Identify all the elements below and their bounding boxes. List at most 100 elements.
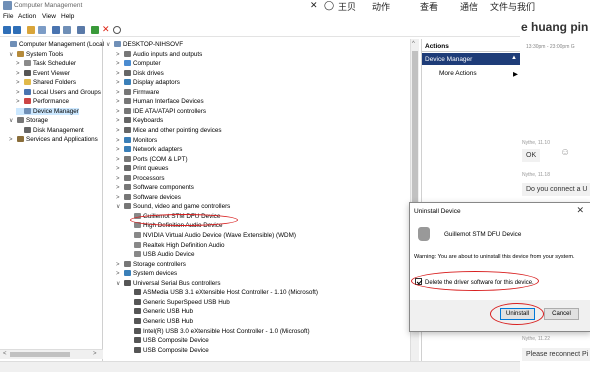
tree-item[interactable]: > Performance <box>16 98 69 105</box>
device-tree-item[interactable]: > Disk drives <box>116 69 164 77</box>
device-tree-item[interactable]: > IDE ATA/ATAPI controllers <box>116 107 206 115</box>
expand-arrow-icon[interactable]: > <box>116 52 124 58</box>
device-tree-item[interactable]: Realtek High Definition Audio <box>126 241 225 249</box>
expand-arrow-icon[interactable]: > <box>116 166 124 172</box>
device-tree-item[interactable]: > Mice and other pointing devices <box>116 126 222 134</box>
expand-arrow-icon[interactable]: ∨ <box>106 41 114 48</box>
expand-arrow-icon[interactable]: > <box>16 99 24 105</box>
tree-item[interactable]: Computer Management (Local <box>2 41 104 48</box>
expand-arrow-icon[interactable]: ∨ <box>9 117 17 124</box>
properties-icon[interactable] <box>63 26 71 34</box>
tree-item[interactable]: > Event Viewer <box>16 69 70 77</box>
device-tree-item[interactable]: > Keyboards <box>116 117 163 124</box>
tree-item[interactable]: > Local Users and Groups <box>16 88 101 96</box>
uninstall-x-icon[interactable]: ✕ <box>102 24 110 34</box>
device-tree-item[interactable]: > Human Interface Devices <box>116 98 204 105</box>
expand-arrow-icon[interactable]: > <box>116 128 124 134</box>
tree-item[interactable]: ∨ Storage <box>9 117 48 124</box>
dialog-close-icon[interactable]: ✕ <box>576 205 584 216</box>
device-tree-item[interactable]: > Computer <box>116 60 161 67</box>
expand-arrow-icon[interactable]: > <box>116 262 124 268</box>
expand-arrow-icon[interactable]: > <box>116 138 124 144</box>
menu-help[interactable]: Help <box>61 13 74 20</box>
device-tree-item[interactable]: > Print queues <box>116 165 168 172</box>
help-icon[interactable] <box>52 26 60 34</box>
menu-action[interactable]: Action <box>18 13 36 20</box>
device-tree-item[interactable]: > Firmware <box>116 88 159 96</box>
device-tree-item[interactable]: > Network adapters <box>116 146 182 153</box>
device-tree-item[interactable]: ∨ Universal Serial Bus controllers <box>116 279 221 287</box>
expand-arrow-icon[interactable]: > <box>116 195 124 201</box>
monitor-icon[interactable] <box>77 26 85 34</box>
scroll-up-arrow-icon[interactable]: ^ <box>412 41 415 47</box>
device-tree-item[interactable]: > Software devices <box>116 193 181 201</box>
device-tree-item[interactable]: Generic SuperSpeed USB Hub <box>126 298 230 306</box>
collapse-caret-icon[interactable]: ▲ <box>511 55 517 61</box>
device-label: NVIDIA Virtual Audio Device (Wave Extens… <box>143 232 296 239</box>
emoji-smile-icon[interactable]: ☺ <box>560 147 570 158</box>
device-icon <box>124 203 131 210</box>
expand-arrow-icon[interactable]: > <box>116 61 124 67</box>
expand-arrow-icon[interactable]: > <box>116 90 124 96</box>
device-tree-item[interactable]: > System devices <box>116 270 177 277</box>
cancel-button[interactable]: Cancel <box>544 308 579 320</box>
back-icon[interactable] <box>3 26 11 34</box>
tree-item[interactable]: Disk Management <box>16 126 84 134</box>
device-tree-item[interactable]: > Audio inputs and outputs <box>116 50 202 58</box>
menu-view[interactable]: View <box>42 13 56 20</box>
expand-arrow-icon[interactable]: ∨ <box>9 51 17 58</box>
expand-arrow-icon[interactable]: > <box>16 61 24 67</box>
forward-icon[interactable] <box>13 26 21 34</box>
device-tree-item[interactable]: > Display adaptors <box>116 79 180 86</box>
device-tree-item[interactable]: USB Composite Device <box>126 346 209 354</box>
update-driver-icon[interactable] <box>91 26 99 34</box>
expand-arrow-icon[interactable]: > <box>16 71 24 77</box>
expand-arrow-icon[interactable]: > <box>116 271 124 277</box>
expand-arrow-icon[interactable]: > <box>116 176 124 182</box>
expand-arrow-icon[interactable]: > <box>116 118 124 124</box>
expand-arrow-icon[interactable]: > <box>9 137 17 143</box>
device-tree-item[interactable]: ∨ Sound, video and game controllers <box>116 203 230 210</box>
expand-arrow-icon[interactable]: > <box>116 80 124 86</box>
expand-arrow-icon[interactable]: ∨ <box>116 280 124 287</box>
expand-arrow-icon[interactable]: > <box>116 99 124 105</box>
chat-title: e huang pin <box>521 20 589 34</box>
left-horizontal-scrollbar[interactable]: < > <box>0 349 103 359</box>
expand-arrow-icon[interactable]: > <box>116 71 124 77</box>
device-tree-item[interactable]: > Storage controllers <box>116 260 186 268</box>
expand-arrow-icon[interactable]: > <box>16 90 24 96</box>
device-tree-item[interactable]: USB Composite Device <box>126 337 209 344</box>
device-tree-item[interactable]: NVIDIA Virtual Audio Device (Wave Extens… <box>126 232 296 239</box>
device-tree-item[interactable]: > Processors <box>116 174 165 182</box>
more-actions[interactable]: More Actions ▶ <box>439 70 518 78</box>
uninstall-device-dialog: Uninstall Device ✕ Guillemot STM DFU Dev… <box>409 202 590 332</box>
expand-arrow-icon[interactable]: > <box>116 147 124 153</box>
device-tree-item[interactable]: ASMedia USB 3.1 eXtensible Host Controll… <box>126 289 318 296</box>
highlight-oval-dfu-device <box>130 214 238 226</box>
scan-hardware-icon[interactable] <box>113 26 121 34</box>
expand-arrow-icon[interactable]: ∨ <box>116 203 124 210</box>
device-label: Processors <box>133 174 165 182</box>
device-tree-item[interactable]: > Software components <box>116 184 194 191</box>
device-tree-item[interactable]: USB Audio Device <box>126 251 194 258</box>
expand-arrow-icon[interactable]: > <box>116 185 124 191</box>
device-tree-item[interactable]: > Ports (COM & LPT) <box>116 155 188 163</box>
tree-item[interactable]: > Shared Folders <box>16 79 76 86</box>
menu-file[interactable]: File <box>3 13 13 20</box>
expand-arrow-icon[interactable]: > <box>16 80 24 86</box>
expand-arrow-icon[interactable]: > <box>116 109 124 115</box>
expand-arrow-icon[interactable]: > <box>116 157 124 163</box>
device-tree-item[interactable]: > Monitors <box>116 136 157 144</box>
tree-item[interactable]: > Services and Applications <box>9 136 98 143</box>
show-hide-tree-icon[interactable] <box>38 26 46 34</box>
device-tree-item[interactable]: Generic USB Hub <box>126 317 193 325</box>
tree-item[interactable]: Device Manager <box>16 107 79 115</box>
chat-message-2: Do you connect a U <box>522 183 590 196</box>
up-folder-icon[interactable] <box>27 26 35 34</box>
device-tree-item[interactable]: ∨ DESKTOP-NIHSOVF <box>106 41 183 48</box>
device-tree-item[interactable]: Intel(R) USB 3.0 eXtensible Host Control… <box>126 327 310 335</box>
device-tree-item[interactable]: Generic USB Hub <box>126 308 193 315</box>
tree-item[interactable]: ∨ System Tools <box>9 50 63 58</box>
tree-item[interactable]: > Task Scheduler <box>16 60 76 67</box>
actions-device-manager[interactable]: Device Manager ▲ <box>422 53 521 65</box>
